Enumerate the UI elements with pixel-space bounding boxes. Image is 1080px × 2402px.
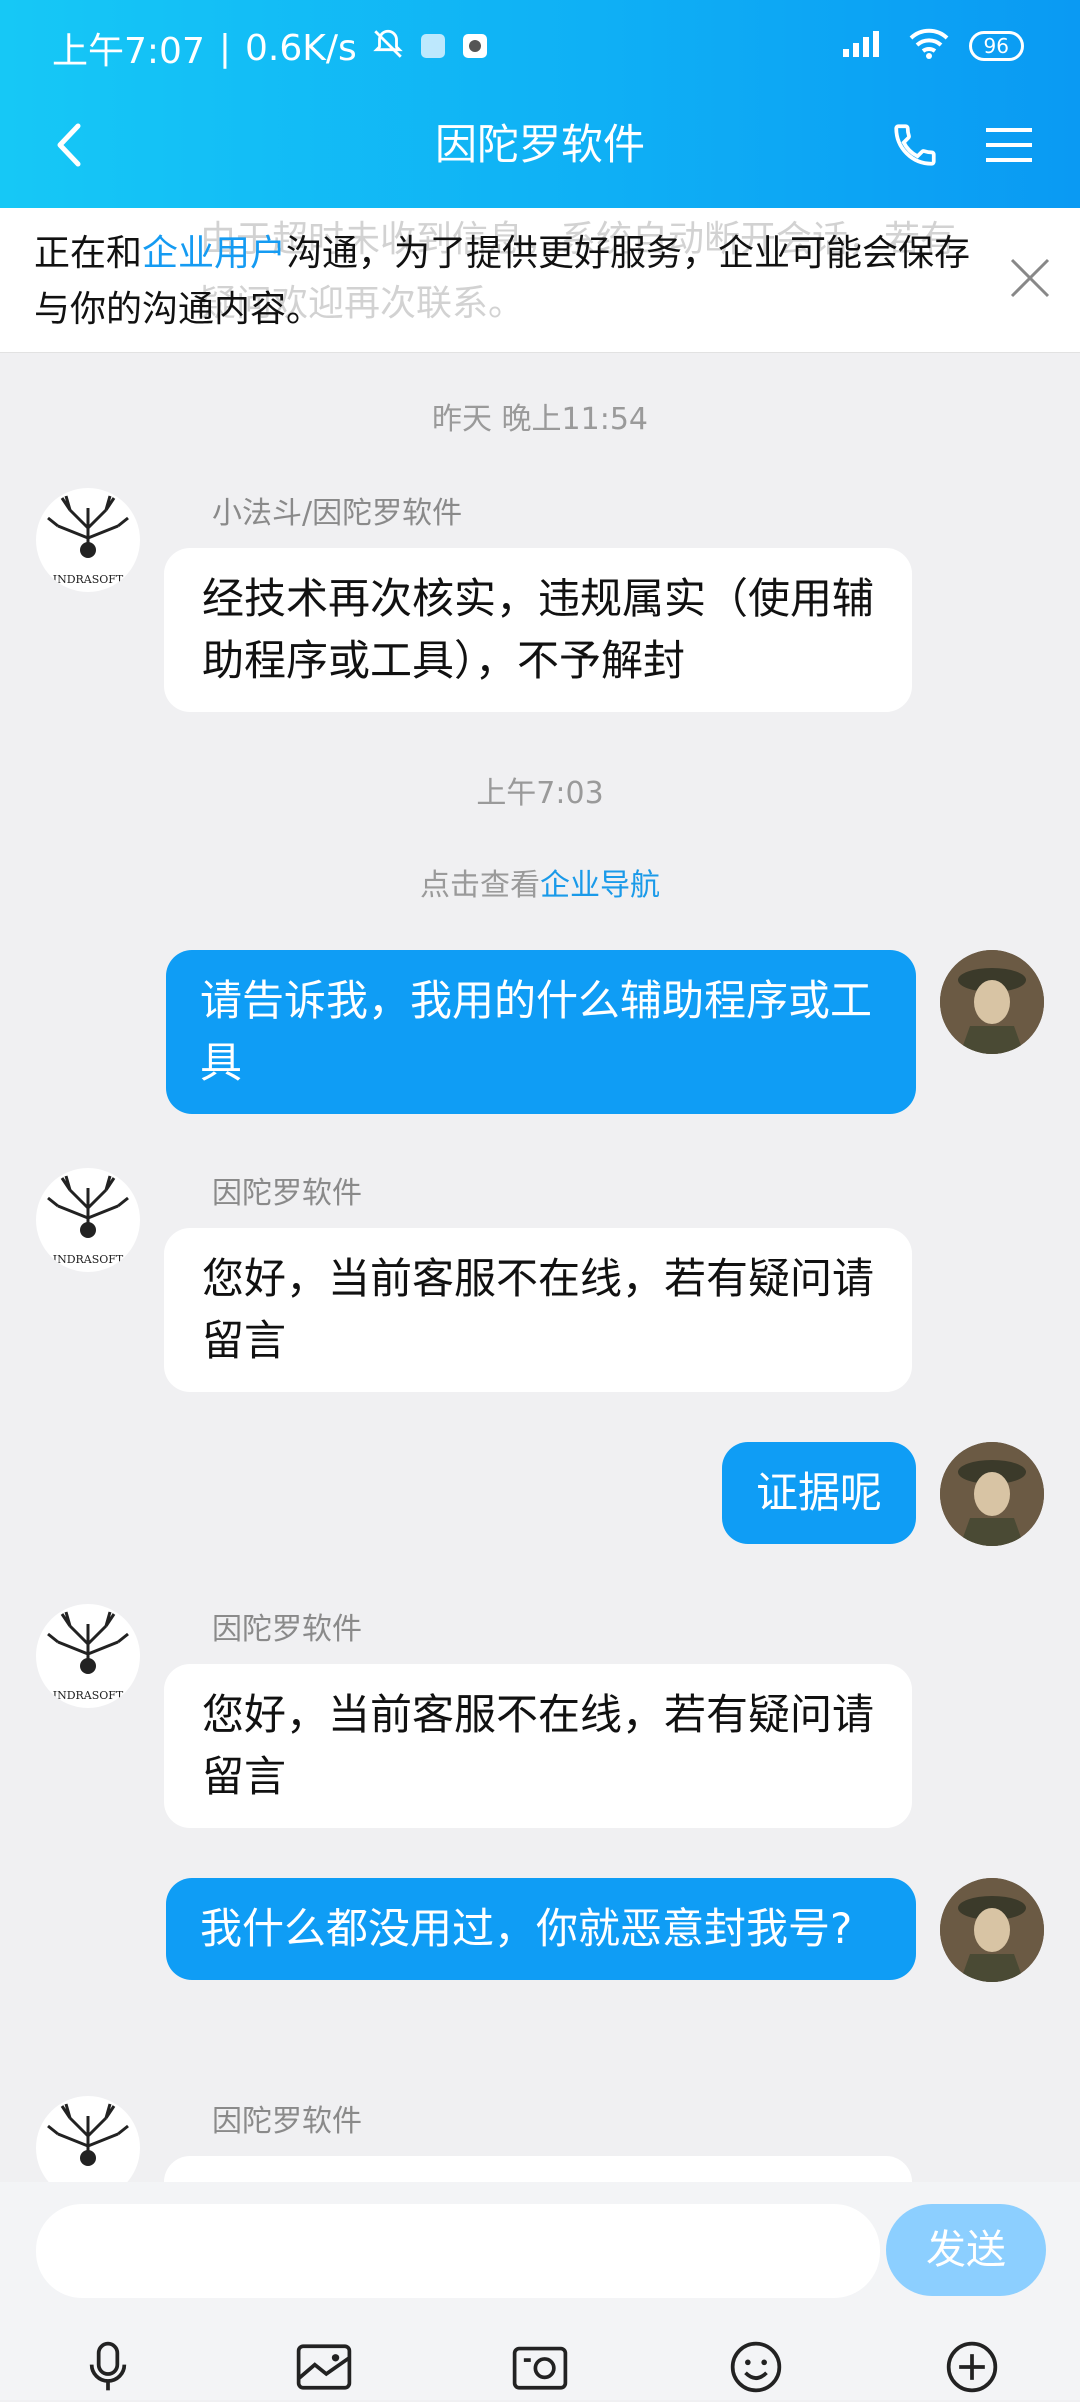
app-notification-icon — [419, 28, 447, 69]
camera-button[interactable] — [505, 2332, 575, 2402]
signal-icon — [841, 29, 889, 63]
emoji-icon — [730, 2341, 782, 2393]
message-bubble-outgoing[interactable]: 证据呢 — [721, 1442, 916, 1544]
image-icon — [296, 2344, 352, 2390]
battery-indicator: 96 — [968, 31, 1024, 61]
user-avatar — [940, 950, 1044, 1054]
avatar[interactable] — [940, 1442, 1044, 1546]
message-bubble-outgoing[interactable]: 我什么都没用过，你就恶意封我号? — [166, 1878, 916, 1980]
status-bar-left: 上午7:07 | 0.6K/s — [52, 22, 489, 74]
enterprise-navigation-link[interactable]: 企业导航 — [540, 868, 660, 903]
plus-icon — [946, 2341, 998, 2393]
privacy-notice-text: 正在和企业用户沟通，为了提供更好服务，企业可能会保存与你的沟通内容。 — [34, 233, 971, 330]
message-bubble-incoming[interactable]: 您好，当前客服不在线，若有疑问请留言 — [164, 1664, 912, 1828]
message-bubble-outgoing[interactable]: 请告诉我，我用的什么辅助程序或工具 — [166, 950, 916, 1114]
privacy-notice-bar: 由于超时未收到信息，系统自动断开会话，若有疑问欢迎再次联系。 正在和企业用户沟通… — [0, 208, 1080, 353]
timestamp: 昨天 晚上11:54 — [432, 402, 648, 437]
image-button[interactable] — [289, 2332, 359, 2402]
avatar[interactable]: INDRASOFT — [36, 488, 140, 592]
status-time: 上午7:07 — [52, 31, 205, 72]
send-button[interactable]: 发送 — [886, 2204, 1046, 2296]
close-icon — [1010, 258, 1050, 298]
input-bar: 发送 — [0, 2182, 1080, 2400]
enterprise-user-link[interactable]: 企业用户 — [142, 233, 286, 274]
camera-icon — [512, 2346, 568, 2390]
svg-text:INDRASOFT: INDRASOFT — [53, 1689, 124, 1702]
company-logo-avatar: INDRASOFT — [47, 495, 129, 586]
user-avatar — [940, 1878, 1044, 1982]
menu-button[interactable] — [984, 120, 1034, 174]
wifi-icon — [907, 28, 951, 64]
voice-button[interactable] — [73, 2332, 143, 2402]
avatar[interactable]: INDRASOFT — [36, 1604, 140, 1708]
sender-name: 因陀罗软件 — [212, 1612, 362, 1647]
silent-bell-icon — [371, 27, 405, 70]
company-logo-avatar: INDRASOFT — [47, 1175, 129, 1266]
message-bubble-incoming[interactable] — [164, 2156, 912, 2182]
more-button[interactable] — [937, 2332, 1007, 2402]
hamburger-icon — [986, 128, 1032, 162]
svg-text:INDRASOFT: INDRASOFT — [53, 1253, 124, 1266]
chat-header: 上午7:07 | 0.6K/s 96 因陀罗软件 — [0, 0, 1080, 208]
status-speed: 0.6K/s — [244, 27, 357, 69]
mic-icon — [89, 2341, 127, 2391]
sender-name: 小法斗/因陀罗软件 — [212, 496, 463, 531]
company-logo-avatar: INDRASOFT — [47, 2103, 129, 2182]
call-button[interactable] — [890, 120, 940, 174]
message-list[interactable]: 昨天 晚上11:54 INDRASOFT 小法斗/因陀罗软件 经技术再次核实，违… — [0, 352, 1080, 2182]
company-logo-avatar: INDRASOFT — [47, 1611, 129, 1702]
sender-name: 因陀罗软件 — [212, 2104, 362, 2139]
system-message: 点击查看企业导航 — [420, 868, 660, 903]
sender-name: 因陀罗软件 — [212, 1176, 362, 1211]
status-bar-right: 96 — [841, 28, 1024, 64]
timestamp: 上午7:03 — [476, 776, 604, 811]
avatar[interactable]: INDRASOFT — [36, 2096, 140, 2182]
phone-icon — [894, 124, 936, 166]
avatar[interactable] — [940, 1878, 1044, 1982]
app-notification-icon-2 — [461, 28, 489, 69]
message-bubble-incoming[interactable]: 经技术再次核实，违规属实（使用辅助程序或工具），不予解封 — [164, 548, 912, 712]
input-toolbar — [0, 2332, 1080, 2402]
avatar[interactable]: INDRASOFT — [36, 1168, 140, 1272]
avatar[interactable] — [940, 950, 1044, 1054]
svg-text:INDRASOFT: INDRASOFT — [53, 573, 124, 586]
close-notice-button[interactable] — [1008, 256, 1052, 304]
user-avatar — [940, 1442, 1044, 1546]
message-bubble-incoming[interactable]: 您好，当前客服不在线，若有疑问请留言 — [164, 1228, 912, 1392]
emoji-button[interactable] — [721, 2332, 791, 2402]
message-input[interactable] — [36, 2204, 880, 2298]
